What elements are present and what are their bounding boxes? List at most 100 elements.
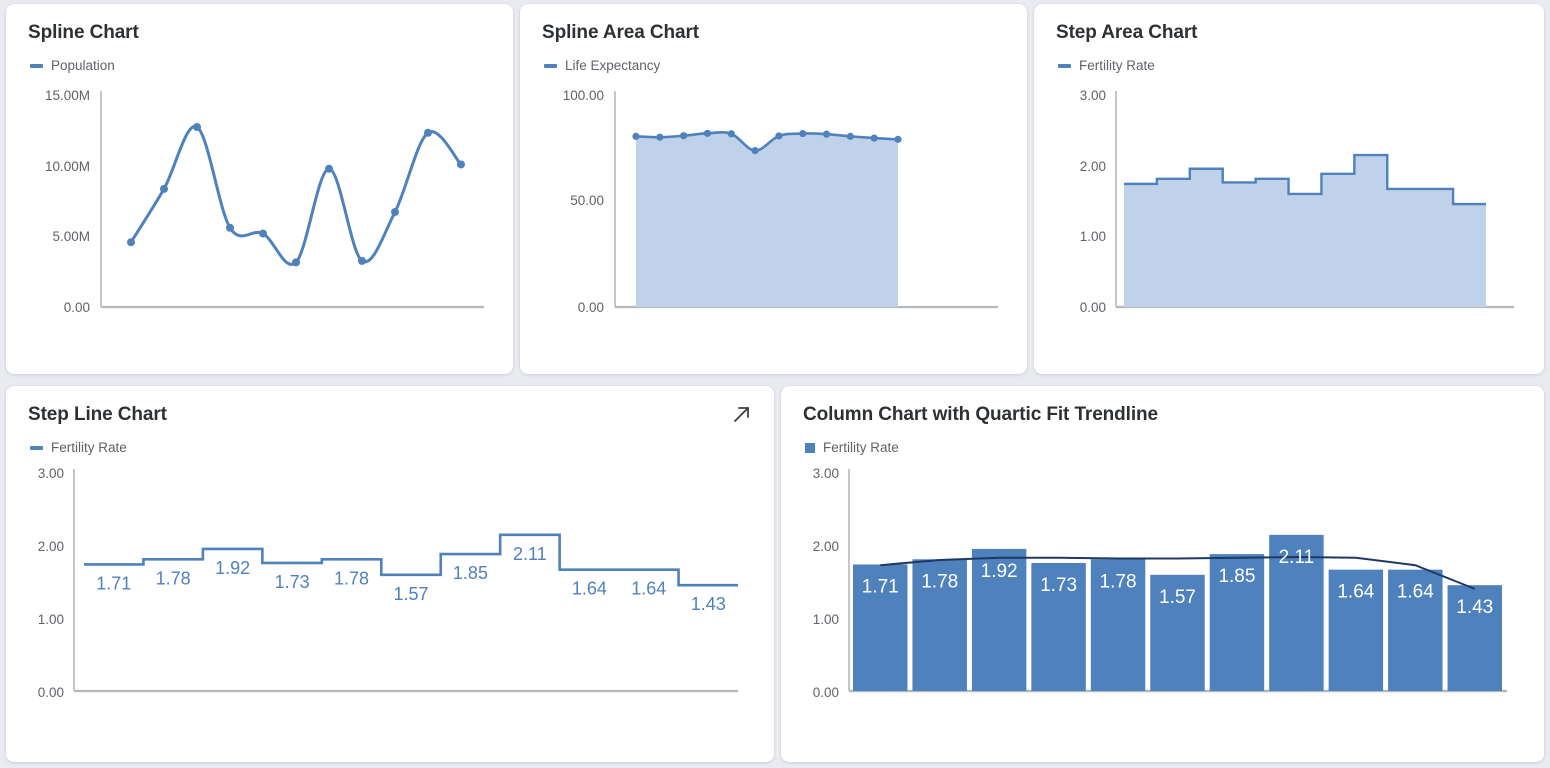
card-step-area-chart[interactable]: Step Area Chart Fertility Rate 3.00 2.00… <box>1034 4 1544 374</box>
line-marker-icon <box>30 445 43 450</box>
data-point <box>775 132 783 140</box>
ytick-0: 0.00 <box>813 685 839 700</box>
data-label: 1.92 <box>981 561 1018 582</box>
line-marker-icon <box>1058 63 1071 68</box>
ytick-0: 0.00 <box>578 300 604 315</box>
data-label: 1.92 <box>215 558 250 578</box>
plot-spline-area: 100.00 50.00 0.00 <box>520 83 1027 333</box>
spline-chart-svg: 15.00M 10.00M 5.00M 0.00 <box>45 88 484 315</box>
data-point <box>799 129 807 138</box>
card-step-line-chart[interactable]: Step Line Chart Fertility Rate 3.00 2.00… <box>6 386 774 762</box>
ytick-0: 0.00 <box>64 300 90 315</box>
data-label: 1.71 <box>862 576 899 597</box>
legend-column[interactable]: Fertility Rate <box>781 426 1544 455</box>
ytick-2: 2.00 <box>813 539 839 554</box>
data-point <box>457 160 465 169</box>
data-label: 1.78 <box>921 571 958 592</box>
legend-label-life-expectancy: Life Expectancy <box>565 58 661 73</box>
card-title-spline: Spline Chart <box>28 22 139 43</box>
data-point <box>680 132 688 140</box>
data-point <box>424 128 432 137</box>
ytick-10M: 10.00M <box>45 159 90 174</box>
card-column-chart[interactable]: Column Chart with Quartic Fit Trendline … <box>781 386 1544 762</box>
ytick-3: 3.00 <box>813 466 839 481</box>
plot-step-line: 3.00 2.00 1.00 0.00 1.71 1.78 1.92 1.73 … <box>6 465 774 720</box>
data-point <box>193 123 201 131</box>
ytick-2: 2.00 <box>1080 159 1106 174</box>
ytick-2: 2.00 <box>38 539 64 554</box>
column-chart-svg: 3.00 2.00 1.00 0.00 1.71 1.78 1.92 1.73 … <box>813 466 1507 700</box>
expand-arrow-glyph <box>734 407 749 422</box>
line-marker-icon <box>544 63 557 68</box>
plot-spline: 15.00M 10.00M 5.00M 0.00 <box>6 83 513 333</box>
data-point <box>127 238 135 247</box>
data-label: 1.78 <box>156 568 191 588</box>
legend-spline-area[interactable]: Life Expectancy <box>520 44 1027 73</box>
data-label: 2.11 <box>1279 547 1315 568</box>
data-label: 1.64 <box>631 579 666 599</box>
data-point <box>632 132 640 140</box>
legend-step-line[interactable]: Fertility Rate <box>6 426 774 455</box>
card-title-column: Column Chart with Quartic Fit Trendline <box>803 404 1159 425</box>
data-point <box>226 223 234 232</box>
data-label: 1.85 <box>1218 566 1255 587</box>
plot-column: 3.00 2.00 1.00 0.00 1.71 1.78 1.92 1.73 … <box>781 465 1544 720</box>
data-label: 2.11 <box>513 544 547 564</box>
legend-label-population: Population <box>51 58 115 73</box>
data-label: 1.64 <box>1397 582 1434 603</box>
card-title-step-area: Step Area Chart <box>1056 22 1198 43</box>
legend-label-fertility-rate: Fertility Rate <box>51 440 127 455</box>
data-point <box>846 132 854 140</box>
legend-spline[interactable]: Population <box>6 44 513 73</box>
step-line-data-labels: 1.71 1.78 1.92 1.73 1.78 1.57 1.85 2.11 … <box>96 544 726 614</box>
data-label: 1.71 <box>96 573 131 593</box>
dashboard-root: Spline Chart Population 15.00M 10.00M 5.… <box>0 0 1550 768</box>
ytick-1: 1.00 <box>1080 229 1106 244</box>
ytick-1: 1.00 <box>38 612 64 627</box>
data-point <box>751 147 759 155</box>
data-point <box>358 256 366 265</box>
ytick-5M: 5.00M <box>52 229 90 244</box>
step-line-chart-svg: 3.00 2.00 1.00 0.00 1.71 1.78 1.92 1.73 … <box>38 466 738 700</box>
data-point <box>325 164 333 173</box>
ytick-50: 50.00 <box>570 193 604 208</box>
ytick-3: 3.00 <box>1080 88 1106 103</box>
ytick-0: 0.00 <box>38 685 64 700</box>
card-spline-chart[interactable]: Spline Chart Population 15.00M 10.00M 5.… <box>6 4 513 374</box>
data-label: 1.64 <box>572 579 607 599</box>
plot-step-area: 3.00 2.00 1.00 0.00 <box>1034 83 1544 333</box>
data-point <box>259 229 267 238</box>
data-label: 1.43 <box>1456 597 1493 618</box>
data-point <box>656 133 664 141</box>
data-label: 1.78 <box>1100 571 1137 592</box>
card-spline-area-chart[interactable]: Spline Area Chart Life Expectancy 100.00… <box>520 4 1027 374</box>
charts-row-top: Spline Chart Population 15.00M 10.00M 5.… <box>0 0 1550 380</box>
expand-arrow-icon[interactable] <box>732 404 752 424</box>
data-point <box>894 135 902 143</box>
data-point <box>160 184 168 193</box>
data-label: 1.73 <box>275 572 310 592</box>
data-label: 1.43 <box>691 594 726 614</box>
data-point <box>870 134 878 142</box>
ytick-15M: 15.00M <box>45 88 90 103</box>
spline-line <box>129 125 463 266</box>
spline-area-chart-svg: 100.00 50.00 0.00 <box>563 88 998 315</box>
data-point <box>391 207 399 216</box>
data-label: 1.57 <box>1159 587 1196 608</box>
ytick-100: 100.00 <box>563 88 604 103</box>
charts-row-bottom: Step Line Chart Fertility Rate 3.00 2.00… <box>0 386 1550 768</box>
data-point <box>703 129 712 137</box>
legend-step-area[interactable]: Fertility Rate <box>1034 44 1544 73</box>
ytick-3: 3.00 <box>38 466 64 481</box>
data-label: 1.85 <box>453 563 488 583</box>
data-label: 1.73 <box>1040 575 1077 596</box>
card-title-step-line: Step Line Chart <box>28 404 167 425</box>
data-point <box>727 130 735 138</box>
ytick-1: 1.00 <box>813 612 839 627</box>
square-marker-icon <box>805 442 815 453</box>
area-fill <box>636 132 898 307</box>
spline-data-points <box>127 123 465 267</box>
ytick-0: 0.00 <box>1080 300 1106 315</box>
line-marker-icon <box>30 63 43 68</box>
legend-label-fertility-rate: Fertility Rate <box>823 440 899 455</box>
